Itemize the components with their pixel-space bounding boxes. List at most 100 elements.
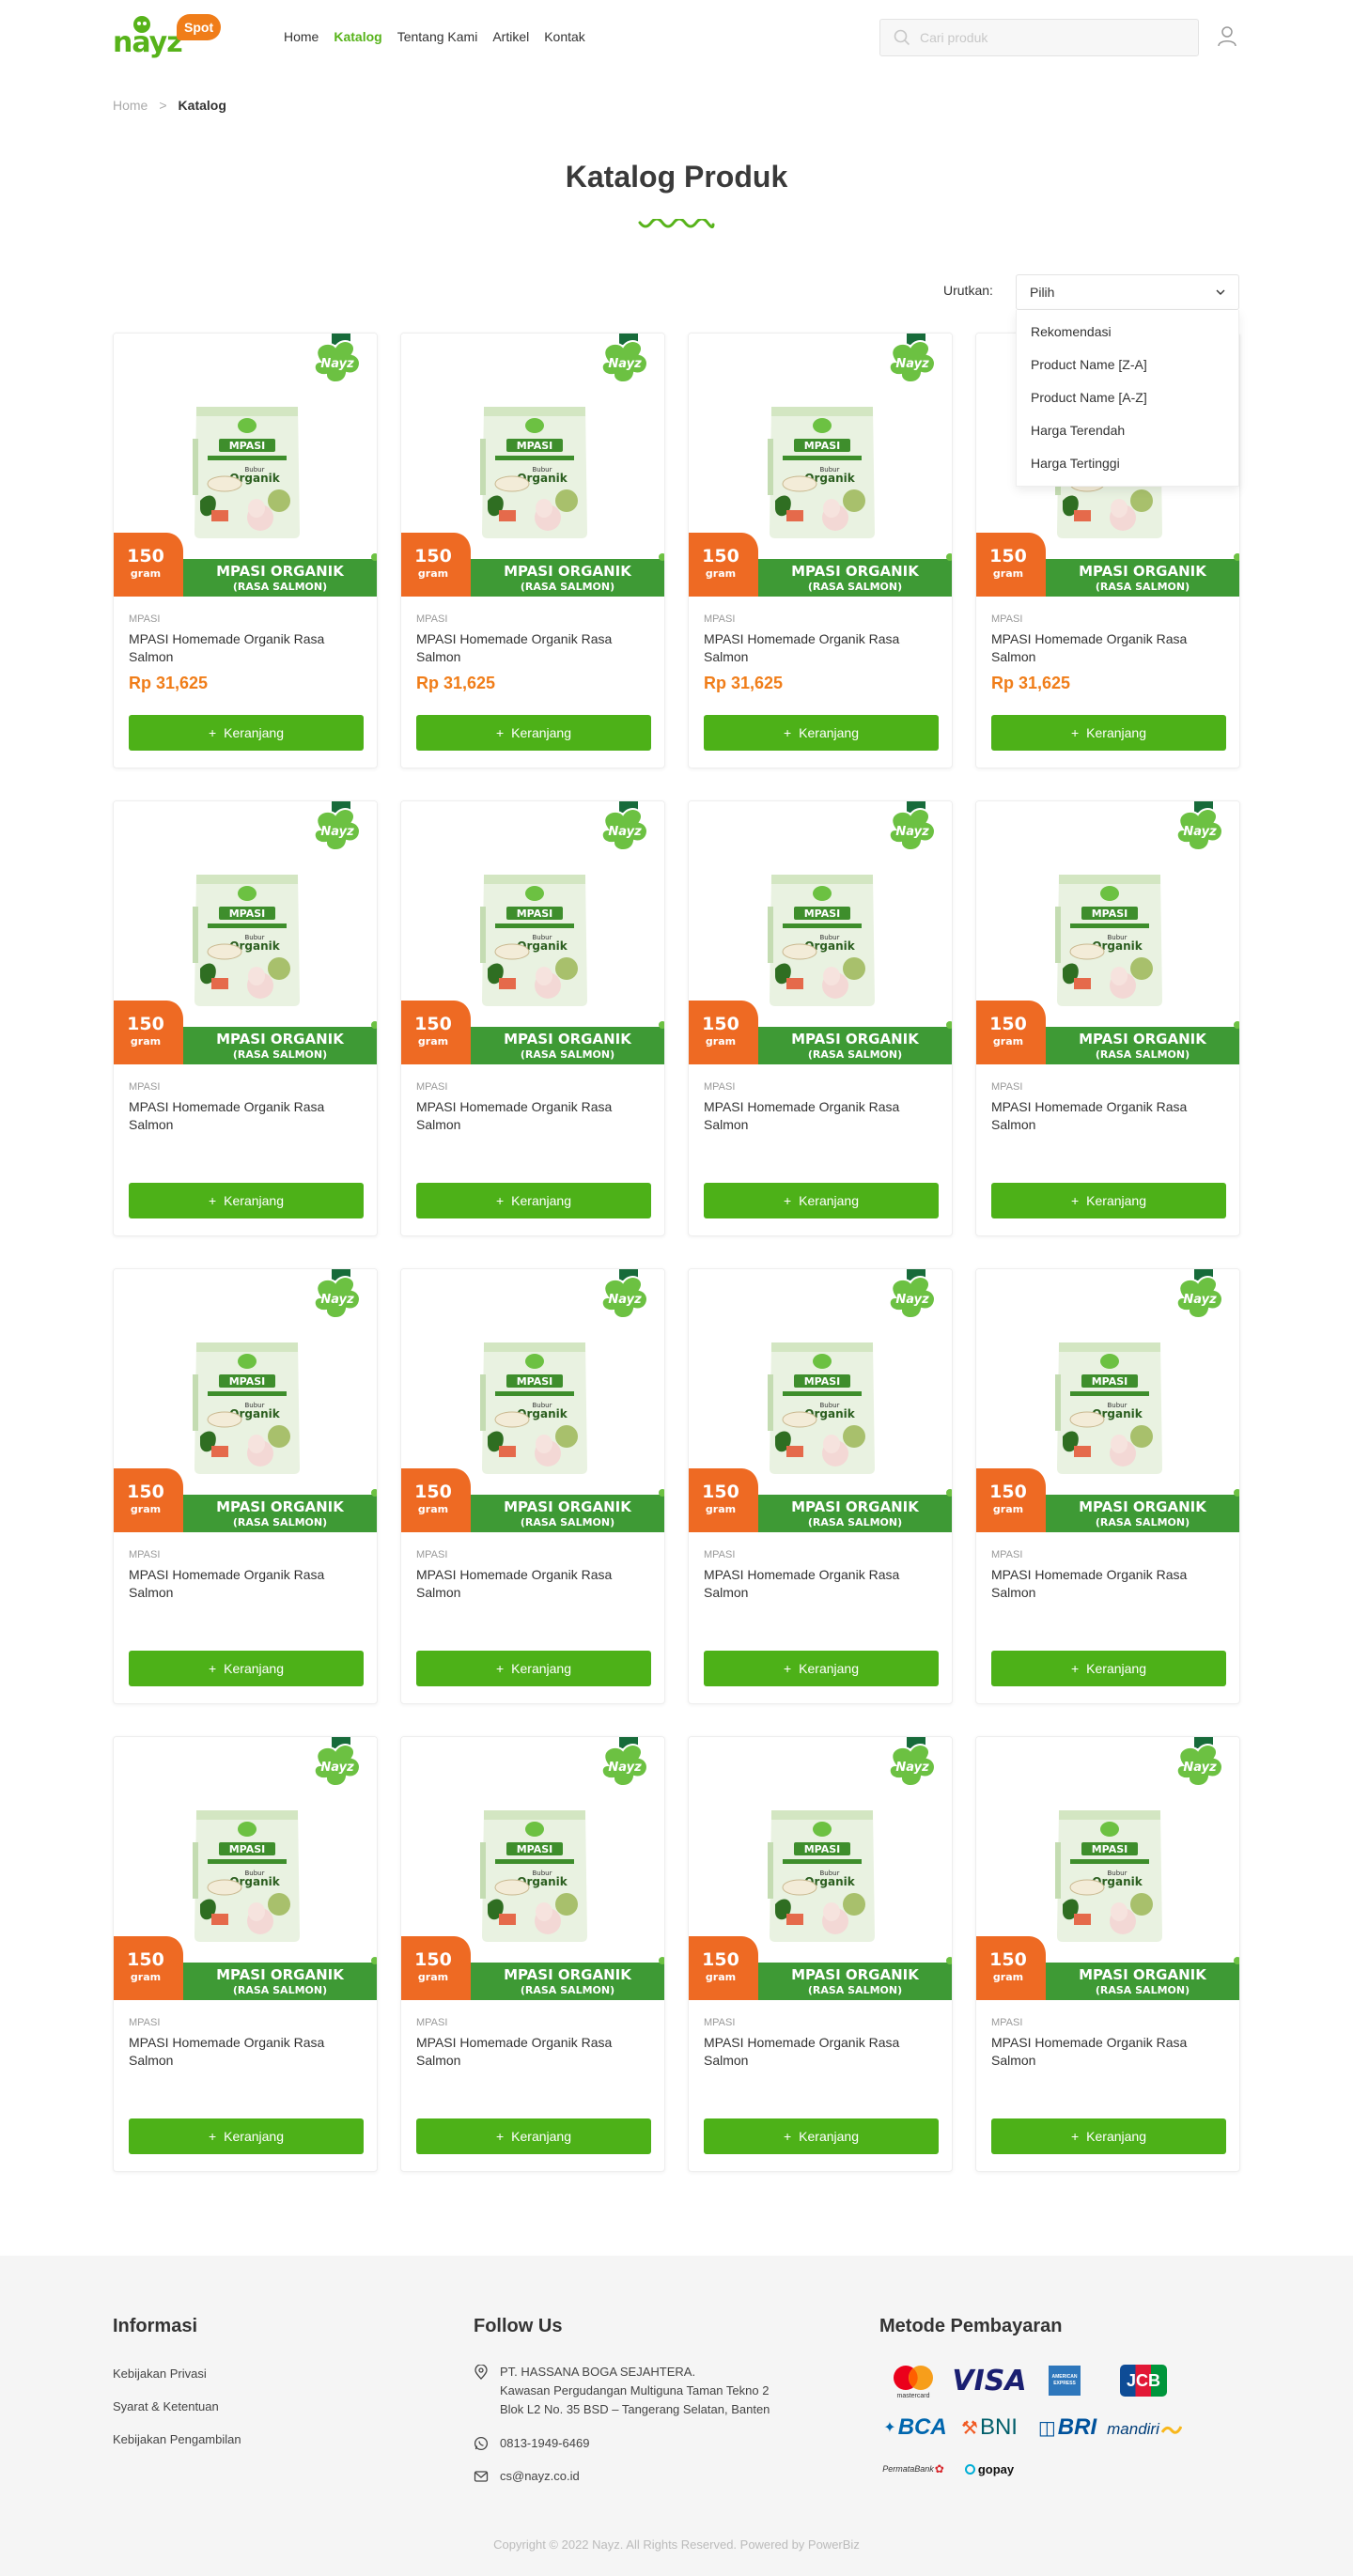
product-name[interactable]: MPASI Homemade Organik Rasa Salmon <box>129 1566 362 1602</box>
weight-unit: gram <box>706 1503 736 1515</box>
add-to-cart-button[interactable]: + Keranjang <box>129 2118 364 2154</box>
nav-kontak[interactable]: Kontak <box>544 29 585 44</box>
product-card[interactable]: Nayz MPASI Bubur Organik 150 <box>113 1736 378 2172</box>
sort-option[interactable]: Harga Terendah <box>1017 414 1238 447</box>
product-card[interactable]: Nayz MPASI Bubur Organik 150 <box>113 333 378 768</box>
product-image[interactable]: Nayz MPASI Bubur Organik 150 <box>114 334 377 597</box>
product-image[interactable]: Nayz MPASI Bubur Organik 150 <box>401 334 664 597</box>
add-to-cart-button[interactable]: + Keranjang <box>991 2118 1226 2154</box>
footer-phone[interactable]: 0813-1949-6469 <box>474 2434 589 2453</box>
product-card[interactable]: Nayz MPASI Bubur Organik 150 <box>688 1736 953 2172</box>
product-name[interactable]: MPASI Homemade Organik Rasa Salmon <box>129 2034 362 2070</box>
add-to-cart-button[interactable]: + Keranjang <box>416 1183 651 1218</box>
product-card[interactable]: Nayz MPASI Bubur Organik 150 <box>975 1268 1240 1704</box>
product-name[interactable]: MPASI Homemade Organik Rasa Salmon <box>991 1098 1224 1134</box>
product-image[interactable]: Nayz MPASI Bubur Organik 150 <box>401 1737 664 2000</box>
add-to-cart-button[interactable]: + Keranjang <box>704 2118 939 2154</box>
pouch-label: MPASI <box>517 1375 553 1388</box>
sort-option[interactable]: Product Name [A-Z] <box>1017 381 1238 414</box>
product-name[interactable]: MPASI Homemade Organik Rasa Salmon <box>416 630 649 666</box>
nav-tentang-kami[interactable]: Tentang Kami <box>397 29 478 44</box>
nav-artikel[interactable]: Artikel <box>492 29 529 44</box>
product-card[interactable]: Nayz MPASI Bubur Organik 150 <box>688 800 953 1236</box>
product-card[interactable]: Nayz MPASI Bubur Organik 150 <box>975 1736 1240 2172</box>
search-box[interactable] <box>879 19 1199 56</box>
product-image[interactable]: Nayz MPASI Bubur Organik 150 <box>114 801 377 1064</box>
product-name[interactable]: MPASI Homemade Organik Rasa Salmon <box>704 630 937 666</box>
add-to-cart-button[interactable]: + Keranjang <box>991 1651 1226 1686</box>
product-card-body: MPASI MPASI Homemade Organik Rasa Salmon <box>401 1064 664 1162</box>
add-to-cart-button[interactable]: + Keranjang <box>704 1651 939 1686</box>
footer-link-privacy[interactable]: Kebijakan Privasi <box>113 2367 207 2381</box>
product-name[interactable]: MPASI Homemade Organik Rasa Salmon <box>991 2034 1224 2070</box>
product-card[interactable]: Nayz MPASI Bubur Organik 150 <box>688 333 953 768</box>
footer-link-terms[interactable]: Syarat & Ketentuan <box>113 2399 219 2413</box>
product-photo: Nayz MPASI Bubur Organik 150 <box>689 1269 952 1532</box>
brand-logo[interactable]: nayz Spot <box>113 8 226 65</box>
product-image[interactable]: Nayz MPASI Bubur Organik 150 <box>689 1269 952 1532</box>
product-category: MPASI <box>416 2017 448 2028</box>
add-to-cart-button[interactable]: + Keranjang <box>704 715 939 751</box>
product-name[interactable]: MPASI Homemade Organik Rasa Salmon <box>416 1098 649 1134</box>
add-to-cart-button[interactable]: + Keranjang <box>129 715 364 751</box>
product-category: MPASI <box>704 613 736 625</box>
product-name[interactable]: MPASI Homemade Organik Rasa Salmon <box>704 1098 937 1134</box>
nav-katalog[interactable]: Katalog <box>334 29 381 44</box>
add-to-cart-button[interactable]: + Keranjang <box>129 1651 364 1686</box>
sort-select[interactable]: Pilih <box>1016 274 1239 310</box>
product-image[interactable]: Nayz MPASI Bubur Organik 150 <box>401 801 664 1064</box>
product-image[interactable]: Nayz MPASI Bubur Organik 150 <box>401 1269 664 1532</box>
product-image[interactable]: Nayz MPASI Bubur Organik 150 <box>976 1737 1239 2000</box>
nav-home[interactable]: Home <box>284 29 319 44</box>
product-card[interactable]: Nayz MPASI Bubur Organik 150 <box>113 800 378 1236</box>
weight-unit: gram <box>993 1035 1023 1047</box>
product-name[interactable]: MPASI Homemade Organik Rasa Salmon <box>991 630 1224 666</box>
product-image[interactable]: Nayz MPASI Bubur Organik 150 <box>114 1269 377 1532</box>
product-price <box>129 1141 362 1162</box>
product-name[interactable]: MPASI Homemade Organik Rasa Salmon <box>991 1566 1224 1602</box>
product-image[interactable]: Nayz MPASI Bubur Organik 150 <box>689 801 952 1064</box>
bca-logo: ✦ BCA <box>879 2413 951 2442</box>
add-to-cart-button[interactable]: + Keranjang <box>416 715 651 751</box>
footer-email[interactable]: cs@nayz.co.id <box>474 2467 580 2486</box>
product-card[interactable]: Nayz MPASI Bubur Organik 150 <box>400 1268 665 1704</box>
add-to-cart-button[interactable]: + Keranjang <box>991 1183 1226 1218</box>
add-to-cart-button[interactable]: + Keranjang <box>416 1651 651 1686</box>
product-name[interactable]: MPASI Homemade Organik Rasa Salmon <box>416 1566 649 1602</box>
product-card[interactable]: Nayz MPASI Bubur Organik 150 <box>975 800 1240 1236</box>
product-card[interactable]: Nayz MPASI Bubur Organik 150 <box>400 333 665 768</box>
product-price <box>704 1141 937 1162</box>
banner-title: MPASI ORGANIK <box>216 1966 345 1983</box>
add-to-cart-button[interactable]: + Keranjang <box>991 715 1226 751</box>
footer-link-pickup[interactable]: Kebijakan Pengambilan <box>113 2432 241 2446</box>
user-icon[interactable] <box>1216 24 1238 47</box>
add-to-cart-button[interactable]: + Keranjang <box>129 1183 364 1218</box>
weight-number: 150 <box>702 1949 739 1970</box>
product-card[interactable]: Nayz MPASI Bubur Organik 150 <box>688 1268 953 1704</box>
product-image[interactable]: Nayz MPASI Bubur Organik 150 <box>689 1737 952 2000</box>
add-to-cart-button[interactable]: + Keranjang <box>704 1183 939 1218</box>
product-card[interactable]: Nayz MPASI Bubur Organik 150 <box>113 1268 378 1704</box>
product-name[interactable]: MPASI Homemade Organik Rasa Salmon <box>129 630 362 666</box>
product-name[interactable]: MPASI Homemade Organik Rasa Salmon <box>416 2034 649 2070</box>
product-image[interactable]: Nayz MPASI Bubur Organik 150 <box>976 801 1239 1064</box>
search-input[interactable] <box>920 30 1183 45</box>
product-name[interactable]: MPASI Homemade Organik Rasa Salmon <box>704 2034 937 2070</box>
add-to-cart-button[interactable]: + Keranjang <box>416 2118 651 2154</box>
banner-sub: (RASA SALMON) <box>521 1984 614 1996</box>
sort-option[interactable]: Product Name [Z-A] <box>1017 349 1238 381</box>
sort-option[interactable]: Harga Tertinggi <box>1017 447 1238 480</box>
product-image[interactable]: Nayz MPASI Bubur Organik 150 <box>114 1737 377 2000</box>
product-name[interactable]: MPASI Homemade Organik Rasa Salmon <box>129 1098 362 1134</box>
product-badge-text: Nayz <box>320 357 354 371</box>
product-card[interactable]: Nayz MPASI Bubur Organik 150 <box>400 1736 665 2172</box>
product-name[interactable]: MPASI Homemade Organik Rasa Salmon <box>704 1566 937 1602</box>
product-image[interactable]: Nayz MPASI Bubur Organik 150 <box>976 1269 1239 1532</box>
banner-title: MPASI ORGANIK <box>791 1966 920 1983</box>
breadcrumb-home[interactable]: Home <box>113 98 148 113</box>
sort-option[interactable]: Rekomendasi <box>1017 316 1238 349</box>
weight-unit: gram <box>418 1035 448 1047</box>
product-card[interactable]: Nayz MPASI Bubur Organik 150 <box>400 800 665 1236</box>
product-image[interactable]: Nayz MPASI Bubur Organik 150 <box>689 334 952 597</box>
breadcrumb-current: Katalog <box>178 98 226 113</box>
